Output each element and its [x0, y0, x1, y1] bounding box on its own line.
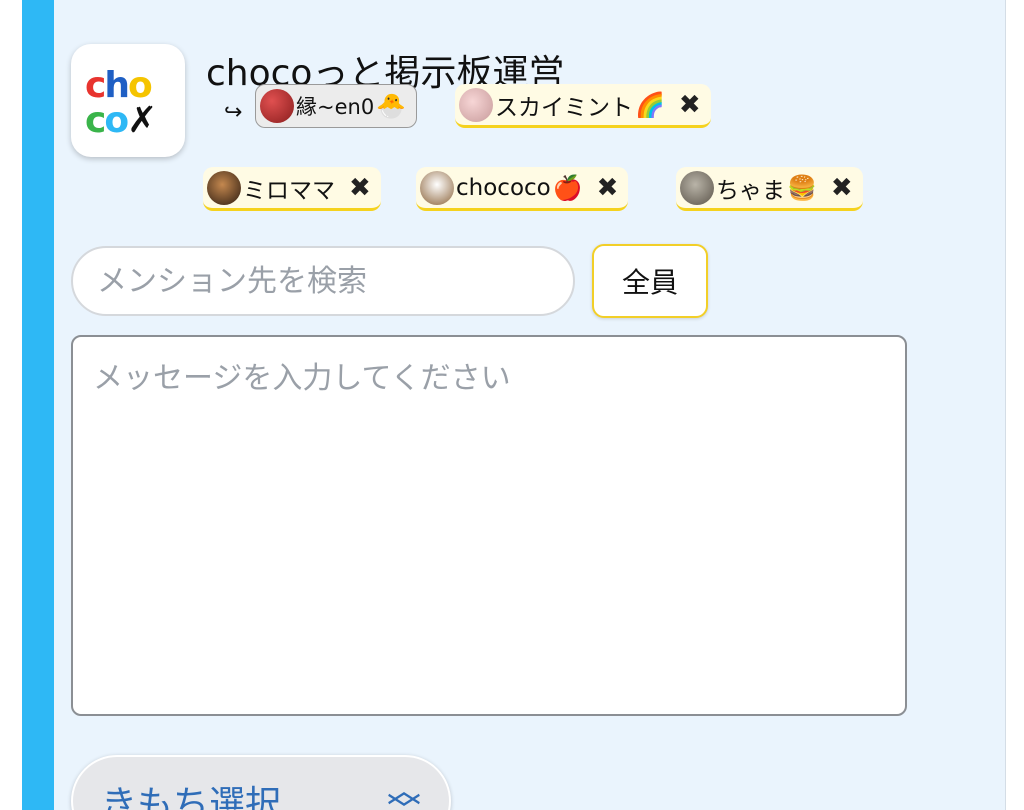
mention-chip[interactable]: ちゃま 🍔 ✖ — [676, 167, 863, 211]
mood-select-label: きもち選択 — [101, 784, 282, 810]
chevron-up-down-icon: ︿﹀ — [387, 770, 421, 810]
logo-line-1: cho — [85, 65, 153, 106]
accent-bar — [22, 0, 54, 810]
avatar — [260, 89, 294, 123]
avatar — [420, 170, 454, 205]
avatar — [680, 170, 714, 205]
apple-emoji-icon: 🍎 — [552, 173, 583, 202]
mention-name: chococo — [456, 174, 551, 201]
reply-arrow-icon: ↪ — [224, 100, 243, 125]
remove-mention-icon[interactable]: ✖ — [831, 173, 853, 203]
mention-search-input[interactable] — [71, 246, 575, 316]
mention-chip[interactable]: chococo 🍎 ✖ — [416, 167, 629, 211]
avatar — [459, 87, 493, 122]
mention-chip[interactable]: スカイミント 🌈 ✖ — [455, 84, 711, 128]
logo-line-2: co✗ — [85, 100, 157, 141]
app-logo: cho co✗ — [71, 44, 185, 157]
remove-mention-icon[interactable]: ✖ — [597, 173, 619, 203]
reply-target-chip[interactable]: 縁~en0 🐣 — [255, 84, 418, 128]
rainbow-emoji-icon: 🌈 — [635, 90, 665, 119]
chick-emoji-icon: 🐣 — [376, 92, 407, 120]
remove-mention-icon[interactable]: ✖ — [349, 173, 371, 203]
message-input[interactable] — [71, 335, 907, 716]
mention-name: ちゃま — [716, 177, 785, 204]
mention-chip[interactable]: ミロママ ✖ — [203, 167, 381, 211]
mention-all-button[interactable]: 全員 — [592, 244, 708, 318]
mention-name: ミロママ — [243, 177, 335, 204]
reply-target-name: 縁~en0 — [296, 95, 375, 119]
mention-name: スカイミント — [495, 94, 633, 121]
avatar — [207, 170, 241, 205]
remove-mention-icon[interactable]: ✖ — [679, 90, 701, 120]
burger-emoji-icon: 🍔 — [787, 173, 817, 202]
mood-select[interactable]: きもち選択 ︿﹀ — [71, 755, 451, 810]
